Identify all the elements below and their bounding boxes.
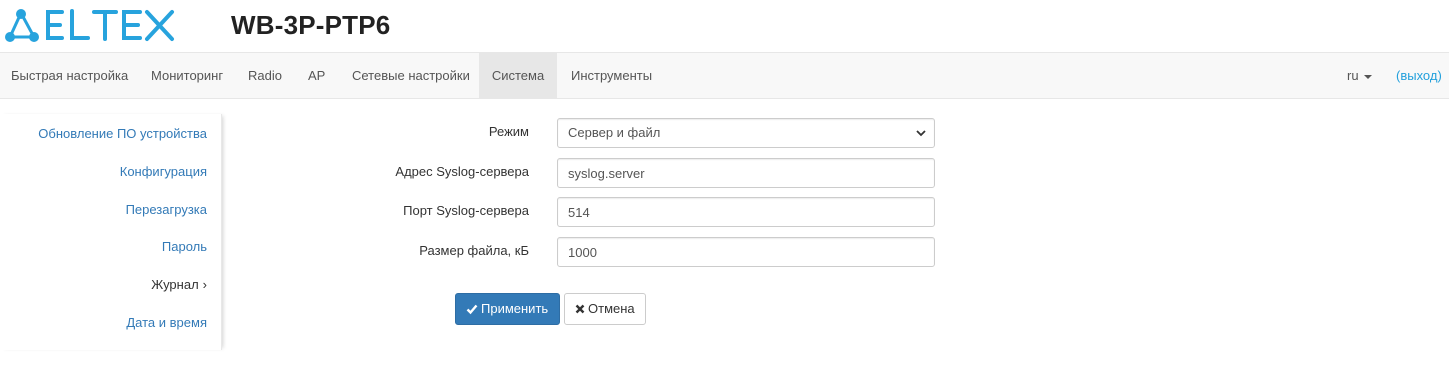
mode-select-value: Сервер и файл [568,125,661,140]
syslog-server-input[interactable] [557,158,935,188]
chevron-down-icon [916,130,926,137]
check-icon [466,304,478,314]
language-label: ru [1347,68,1359,83]
sidebar-item-log[interactable]: Журнал › [151,275,207,295]
sidebar-item-log-label: Журнал [151,277,199,292]
caret-down-icon [1363,74,1372,79]
syslog-port-label: Порт Syslog-сервера [403,203,529,218]
file-size-label: Размер файла, кБ [419,243,529,258]
nav-item-ap[interactable]: AP [294,53,339,98]
syslog-port-input[interactable] [557,197,935,227]
eltex-logo[interactable] [4,8,176,44]
syslog-server-label: Адрес Syslog-сервера [395,164,529,179]
apply-button-label: Применить [481,301,549,316]
nav-item-quick-setup[interactable]: Быстрая настройка [0,53,142,98]
nav-item-tools[interactable]: Инструменты [557,53,666,98]
sidebar-item-configuration[interactable]: Конфигурация [120,162,207,182]
nav-item-radio[interactable]: Radio [234,53,296,98]
sidebar-item-date-time[interactable]: Дата и время [126,313,207,333]
mode-label: Режим [488,124,529,139]
cancel-button-label: Отмена [588,301,635,316]
top-navbar: Быстрая настройка Мониторинг Radio AP Се… [0,52,1449,99]
device-title: WB-3P-PTP6 [231,10,391,40]
sidebar-item-firmware-update[interactable]: Обновление ПО устройства [38,124,207,144]
molecule-icon [5,9,39,42]
header: WB-3P-PTP6 [0,0,1449,52]
times-icon [575,304,585,313]
sidebar-item-password[interactable]: Пароль [162,237,207,257]
nav-item-system[interactable]: Система [479,53,557,98]
cancel-button[interactable]: Отмена [564,293,646,325]
chevron-right-icon: › [202,277,207,292]
nav-item-network-settings[interactable]: Сетевые настройки [338,53,484,98]
sidebar-item-reboot[interactable]: Перезагрузка [126,200,207,220]
apply-button[interactable]: Применить [455,293,560,325]
language-dropdown[interactable]: ru [1333,53,1386,98]
sidebar: Обновление ПО устройства Конфигурация Пе… [0,114,222,350]
nav-item-monitoring[interactable]: Мониторинг [137,53,237,98]
mode-select[interactable]: Сервер и файл [557,118,935,148]
file-size-input[interactable] [557,237,935,267]
logout-link[interactable]: (выход) [1382,53,1449,98]
